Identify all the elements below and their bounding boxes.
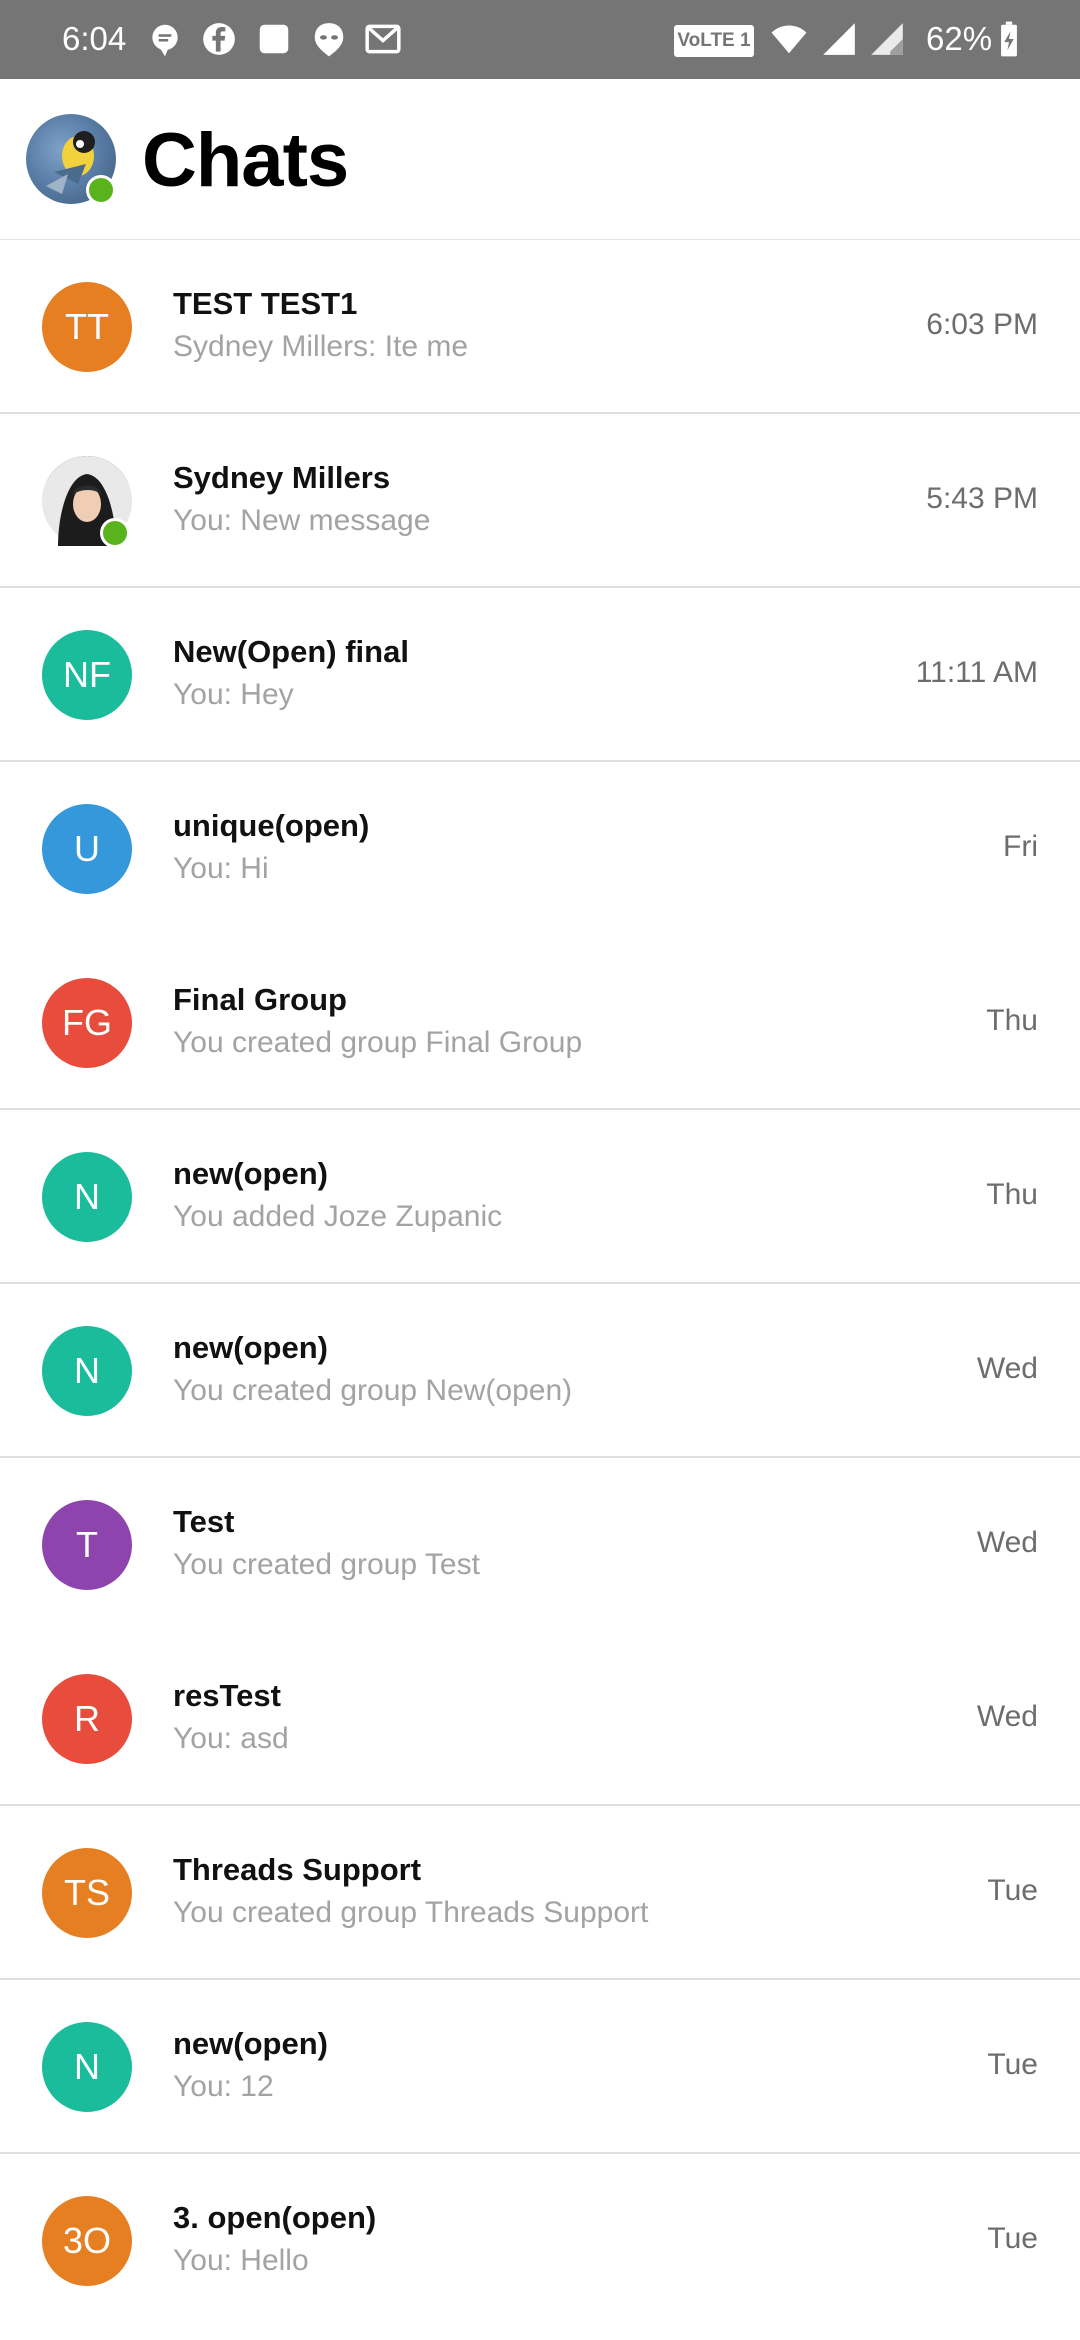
chat-avatar: U xyxy=(42,804,132,894)
chat-row[interactable]: TT TEST TEST1 Sydney Millers: Ite me 6:03 P… xyxy=(0,240,1080,414)
chat-timestamp: Fri xyxy=(1003,830,1038,863)
chat-name: Threads Support xyxy=(173,1852,422,1887)
chat-last-message: You created group Threads Support xyxy=(173,1896,649,1929)
status-time: 6:04 xyxy=(62,20,127,57)
page-title: Chats xyxy=(142,118,349,203)
volte-badge: VoLTE 1 xyxy=(674,25,754,57)
chat-timestamp: 11:11 AM xyxy=(915,656,1038,689)
chat-name: TEST TEST1 xyxy=(173,286,358,321)
chat-row[interactable]: RresTest You: asd Wed xyxy=(0,1632,1080,1806)
signal-icon xyxy=(868,20,906,58)
chat-name: new(open) xyxy=(173,1330,328,1365)
chat-last-message: Sydney Millers: Ite me xyxy=(173,330,469,363)
chat-timestamp: Thu xyxy=(986,1004,1038,1037)
square-app-icon xyxy=(255,20,293,58)
chat-row[interactable]: FG Final Group You created group Final Gro… xyxy=(0,936,1080,1110)
chat-timestamp: Wed xyxy=(976,1526,1038,1559)
chat-avatar: N xyxy=(42,1326,132,1416)
chat-avatar: N xyxy=(42,2022,132,2112)
facebook-icon xyxy=(200,20,238,58)
app-header: Chats xyxy=(0,79,1080,240)
chat-name: Final Group xyxy=(173,982,347,1017)
chat-row[interactable]: T Test You created group Test Wed xyxy=(0,1458,1080,1632)
chat-avatar: N xyxy=(42,1152,132,1242)
chat-row[interactable]: Nnew(open) You: 12 Tue xyxy=(0,1980,1080,2154)
battery-charging-icon xyxy=(990,20,1028,58)
status-bar: 6:04 VoLTE 1 62% xyxy=(0,0,1080,79)
chat-timestamp: 5:43 PM xyxy=(926,482,1038,515)
alien-icon xyxy=(310,20,348,58)
signal-roaming-icon xyxy=(820,20,858,58)
chat-name: New(Open) final xyxy=(173,634,409,669)
chat-row[interactable]: Sydney Millers You: New message 5:43 PM xyxy=(0,414,1080,588)
chat-timestamp: Tue xyxy=(987,1874,1038,1907)
chat-avatar: R xyxy=(42,1674,132,1764)
online-status-dot xyxy=(86,175,116,205)
wifi-icon xyxy=(770,20,808,58)
chat-avatar: T xyxy=(42,1500,132,1590)
chat-avatar: 3O xyxy=(42,2196,132,2286)
chat-timestamp: Tue xyxy=(987,2048,1038,2081)
chat-row[interactable]: Nnew(open) You created group New(open) Wed xyxy=(0,1284,1080,1458)
chat-name: unique(open) xyxy=(173,808,370,843)
chat-timestamp: Wed xyxy=(976,1352,1038,1385)
chat-last-message: You: 12 xyxy=(173,2070,274,2103)
chat-row[interactable]: NF New(Open) final You: Hey 11:11 AM xyxy=(0,588,1080,762)
chat-name: new(open) xyxy=(173,2026,328,2061)
chat-timestamp: 6:03 PM xyxy=(926,308,1038,341)
chat-row[interactable]: 3O 3. open(open) You: Hello Tue xyxy=(0,2154,1080,2328)
chat-last-message: You created group New(open) xyxy=(173,1374,573,1407)
chat-name: Test xyxy=(173,1504,235,1539)
chat-last-message: You: Hey xyxy=(173,678,294,711)
chat-row[interactable]: TS Threads Support You created group Threa… xyxy=(0,1806,1080,1980)
chat-avatar: TS xyxy=(42,1848,132,1938)
chat-name: Sydney Millers xyxy=(173,460,391,495)
chat-avatar: NF xyxy=(42,630,132,720)
chat-timestamp: Thu xyxy=(986,1178,1038,1211)
chat-name: 3. open(open) xyxy=(173,2200,377,2235)
chat-last-message: You created group Final Group xyxy=(173,1026,583,1059)
battery-percent: 62% xyxy=(926,20,993,57)
chat-last-message: You: asd xyxy=(173,1722,289,1755)
chat-last-message: You: Hello xyxy=(173,2244,309,2277)
chat-name: resTest xyxy=(173,1678,281,1713)
chat-last-message: You created group Test xyxy=(173,1548,480,1581)
chat-name: new(open) xyxy=(173,1156,328,1191)
chat-row[interactable]: Nnew(open) You added Joze Zupanic Thu xyxy=(0,1110,1080,1284)
chat-avatar: TT xyxy=(42,282,132,372)
chat-list: TT TEST TEST1 Sydney Millers: Ite me 6:03 P… xyxy=(0,240,1080,2328)
chat-last-message: You added Joze Zupanic xyxy=(173,1200,503,1233)
chat-timestamp: Wed xyxy=(976,1700,1038,1733)
gmail-icon xyxy=(364,20,402,58)
chat-avatar: FG xyxy=(42,978,132,1068)
chat-last-message: You: Hi xyxy=(173,852,269,885)
chat-bubble-icon xyxy=(146,20,184,58)
chat-timestamp: Tue xyxy=(987,2222,1038,2255)
chat-last-message: You: New message xyxy=(173,504,431,537)
online-status-dot xyxy=(100,518,130,548)
chat-row[interactable]: Uunique(open) You: Hi Fri xyxy=(0,762,1080,936)
